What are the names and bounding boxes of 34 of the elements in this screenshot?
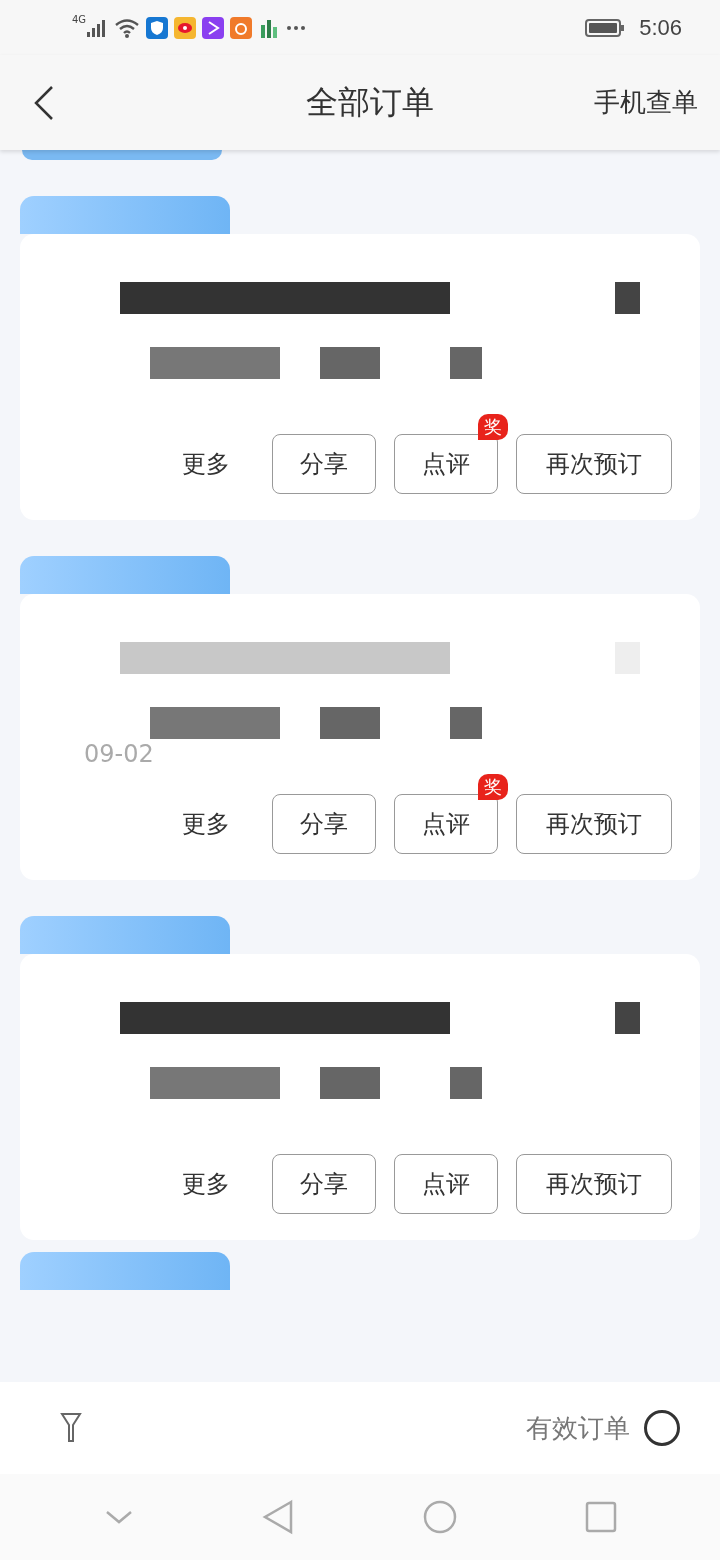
order-action-button[interactable]: 点评 <box>394 434 498 494</box>
eye-app-icon <box>174 16 197 39</box>
valid-orders-toggle[interactable] <box>644 1410 680 1446</box>
shield-app-icon <box>146 16 169 39</box>
battery-icon <box>585 17 626 38</box>
valid-orders-label: 有效订单 <box>526 1411 630 1445</box>
stay-dates: 09-02 <box>84 740 155 768</box>
page-title: 全部订单 <box>305 81 435 123</box>
order-action-button[interactable]: 再次预订 <box>516 1154 672 1214</box>
wifi-icon <box>114 17 141 38</box>
order-action-button[interactable]: 再次预订 <box>516 434 672 494</box>
order-card[interactable]: 更多 分享 点评 奖 再次预订 <box>20 234 700 520</box>
play-app-icon <box>202 16 225 39</box>
order-action-button[interactable]: 分享 <box>272 1154 376 1214</box>
order-card[interactable]: 09-02 更多 分享 点评 奖 再次预订 <box>20 594 700 880</box>
order-action-button[interactable]: 再次预订 <box>516 794 672 854</box>
order-card[interactable]: 更多 分享 点评 再次预订 <box>20 954 700 1240</box>
recents-icon[interactable] <box>584 1501 617 1533</box>
more-link[interactable]: 更多 <box>182 448 230 480</box>
reward-badge: 奖 <box>478 414 508 440</box>
filter-icon[interactable] <box>60 1411 82 1445</box>
order-action-button[interactable]: 分享 <box>272 434 376 494</box>
network-label: 4G <box>72 14 87 25</box>
home-icon[interactable] <box>421 1499 458 1535</box>
back-icon[interactable] <box>32 84 56 121</box>
order-action-button[interactable]: 点评 <box>394 794 498 854</box>
more-link[interactable]: 更多 <box>182 808 230 840</box>
more-link[interactable]: 更多 <box>182 1168 230 1200</box>
order-action-button[interactable]: 点评 <box>394 1154 498 1214</box>
phone-lookup-link[interactable]: 手机查单 <box>594 85 698 120</box>
clock-time: 5:06 <box>639 14 682 41</box>
reward-badge: 奖 <box>478 774 508 800</box>
order-action-button[interactable]: 分享 <box>272 794 376 854</box>
more-icon <box>286 24 307 31</box>
